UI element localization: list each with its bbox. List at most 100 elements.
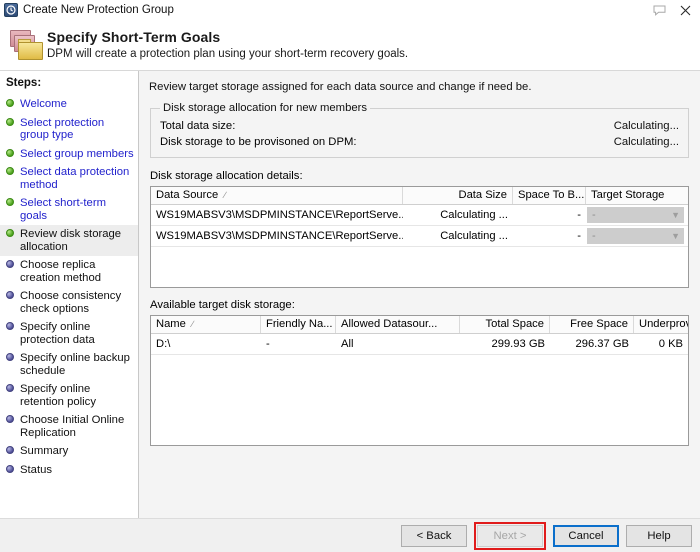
- column-header-total-space[interactable]: Total Space: [460, 316, 550, 333]
- cell-total-space: 299.93 GB: [491, 338, 546, 350]
- cell-data-size: Calculating ...: [440, 209, 508, 221]
- help-button[interactable]: Help: [626, 524, 692, 547]
- column-header-data-size[interactable]: Data Size: [403, 187, 513, 204]
- wizard-footer: < Back Next > Cancel Help: [0, 518, 700, 552]
- sidebar-item-label: Review disk storage allocation: [20, 228, 122, 253]
- step-bullet-icon: [6, 167, 14, 175]
- available-rows: D:\ - All 299.93 GB 296.37 GB 0 KB: [151, 334, 688, 355]
- dpm-clock-icon: [4, 3, 18, 17]
- column-header-name[interactable]: Name ∕: [151, 316, 261, 333]
- step-bullet-icon: [6, 353, 14, 361]
- wizard-header: Specify Short-Term Goals DPM will create…: [0, 20, 700, 71]
- sidebar-item-label: Welcome: [20, 98, 67, 110]
- available-grid-header: Name ∕ Friendly Na... Allowed Datasour...…: [151, 316, 688, 334]
- cell-underprovisioned: 0 KB: [658, 338, 683, 350]
- cell-data-size: Calculating ...: [440, 230, 508, 242]
- cell-data-source: WS19MABSV3\MSDPMINSTANCE\ReportServe...: [156, 209, 403, 221]
- sidebar-item-summary[interactable]: Summary: [0, 442, 138, 461]
- provisioned-storage-value: Calculating...: [613, 136, 679, 148]
- target-storage-value: -: [592, 209, 596, 221]
- column-header-target-storage[interactable]: Target Storage: [586, 187, 688, 204]
- next-button[interactable]: Next >: [477, 524, 543, 547]
- step-bullet-icon: [6, 464, 14, 473]
- sidebar-item-label: Choose consistency check options: [20, 290, 122, 315]
- window-titlebar: Create New Protection Group: [0, 0, 700, 20]
- sidebar-item-choose-consistency-check-options[interactable]: Choose consistency check options: [0, 287, 138, 318]
- sidebar-item-label: Choose Initial Online Replication: [20, 414, 125, 439]
- details-rows: WS19MABSV3\MSDPMINSTANCE\ReportServe... C…: [151, 205, 688, 247]
- sidebar-item-specify-online-retention-policy[interactable]: Specify online retention policy: [0, 380, 138, 411]
- cell-target-storage: - ▼: [586, 205, 688, 225]
- close-icon[interactable]: [672, 0, 698, 20]
- disk-allocation-legend: Disk storage allocation for new members: [163, 102, 368, 114]
- chevron-down-icon: ▼: [671, 231, 680, 241]
- table-row[interactable]: D:\ - All 299.93 GB 296.37 GB 0 KB: [151, 334, 688, 355]
- titlebar-buttons: [646, 0, 698, 20]
- sidebar-item-label: Select short-term goals: [20, 197, 107, 222]
- cancel-button[interactable]: Cancel: [553, 524, 619, 547]
- column-header-space-to-be[interactable]: Space To B...: [513, 187, 586, 204]
- sidebar-item-select-data-protection-method[interactable]: Select data protection method: [0, 163, 138, 194]
- step-bullet-icon: [6, 322, 14, 330]
- column-header-free-space[interactable]: Free Space: [550, 316, 634, 333]
- sidebar-item-choose-initial-online-replication[interactable]: Choose Initial Online Replication: [0, 411, 138, 442]
- sort-indicator-icon: ∕: [191, 319, 194, 329]
- main-content: Review target storage assigned for each …: [139, 71, 700, 518]
- steps-heading: Steps:: [6, 77, 42, 89]
- column-header-data-source[interactable]: Data Source ∕: [151, 187, 403, 204]
- back-button[interactable]: < Back: [401, 524, 467, 547]
- sidebar-item-select-group-members[interactable]: Select group members: [0, 145, 138, 164]
- step-bullet-icon: [6, 117, 14, 126]
- column-header-underprovisioned[interactable]: Underprovi...: [634, 316, 688, 333]
- provisioned-storage-label: Disk storage to be provisoned on DPM:: [160, 136, 357, 148]
- column-header-friendly-name[interactable]: Friendly Na...: [261, 316, 336, 333]
- sidebar-item-status[interactable]: Status: [0, 461, 138, 480]
- sidebar-item-label: Select data protection method: [20, 166, 130, 191]
- target-storage-dropdown[interactable]: - ▼: [587, 228, 684, 244]
- chevron-down-icon: ▼: [671, 210, 680, 220]
- total-data-size-row: Total data size: Calculating...: [160, 118, 679, 134]
- total-data-size-label: Total data size:: [160, 120, 236, 132]
- sidebar-item-choose-replica-creation-method[interactable]: Choose replica creation method: [0, 256, 138, 287]
- page-title: Specify Short-Term Goals: [47, 29, 221, 45]
- feedback-comment-icon[interactable]: [646, 0, 672, 20]
- step-bullet-icon: [6, 260, 14, 268]
- step-bullet-icon: [6, 148, 14, 157]
- disk-allocation-details-grid[interactable]: Data Source ∕ Data Size Space To B... Tar…: [150, 186, 689, 288]
- sidebar-item-specify-online-protection-data[interactable]: Specify online protection data: [0, 318, 138, 349]
- available-target-disk-storage-grid[interactable]: Name ∕ Friendly Na... Allowed Datasour...…: [150, 315, 689, 446]
- step-bullet-icon: [6, 384, 14, 392]
- column-header-allowed-datasources[interactable]: Allowed Datasour...: [336, 316, 460, 333]
- sidebar-item-select-short-term-goals[interactable]: Select short-term goals: [0, 194, 138, 225]
- table-row[interactable]: WS19MABSV3\MSDPMINSTANCE\ReportServe... C…: [151, 205, 688, 226]
- sort-indicator-icon: ∕: [224, 190, 226, 200]
- sidebar-item-label: Choose replica creation method: [20, 259, 102, 284]
- table-row[interactable]: WS19MABSV3\MSDPMINSTANCE\ReportServe... C…: [151, 226, 688, 247]
- sidebar-item-label: Status: [20, 463, 53, 476]
- cell-free-space: 296.37 GB: [575, 338, 630, 350]
- available-label: Available target disk storage:: [150, 299, 295, 311]
- sidebar-item-label: Specify online backup schedule: [20, 352, 130, 377]
- sidebar-item-review-disk-storage-allocation[interactable]: Review disk storage allocation: [0, 225, 138, 256]
- steps-list: Welcome Select protection group type Selec…: [0, 95, 138, 479]
- cell-allowed-datasources: All: [341, 338, 354, 350]
- sidebar-item-select-protection-group-type[interactable]: Select protection group type: [0, 114, 138, 145]
- cell-name: D:\: [156, 338, 171, 350]
- sidebar-item-label: Summary: [20, 445, 69, 457]
- sidebar-item-label: Specify online retention policy: [20, 383, 96, 408]
- step-bullet-icon: [6, 99, 14, 107]
- provisioned-storage-row: Disk storage to be provisoned on DPM: Ca…: [160, 134, 679, 150]
- sidebar-item-specify-online-backup-schedule[interactable]: Specify online backup schedule: [0, 349, 138, 380]
- sidebar-item-welcome[interactable]: Welcome: [0, 95, 138, 114]
- next-button-highlight: Next >: [474, 521, 546, 550]
- total-data-size-value: Calculating...: [613, 120, 679, 132]
- disk-allocation-groupbox: Disk storage allocation for new members …: [150, 102, 689, 158]
- target-storage-dropdown[interactable]: - ▼: [587, 207, 684, 223]
- page-subtitle: DPM will create a protection plan using …: [47, 48, 409, 60]
- folder-stack-icon: [9, 28, 43, 62]
- step-bullet-icon: [6, 229, 14, 237]
- step-bullet-icon: [6, 198, 14, 206]
- cell-data-source: WS19MABSV3\MSDPMINSTANCE\ReportServe...: [156, 230, 403, 242]
- sidebar-item-label: Select group members: [20, 147, 134, 160]
- cell-space-to-be: -: [577, 209, 581, 221]
